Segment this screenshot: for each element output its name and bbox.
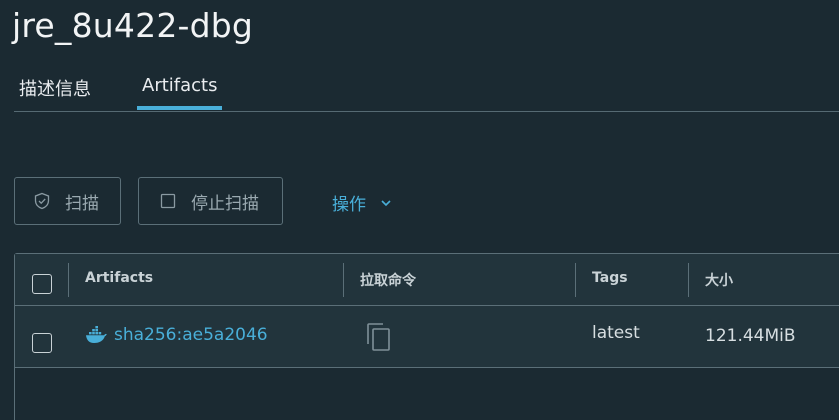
select-all-checkbox[interactable] [32,274,52,294]
column-header-artifacts[interactable]: Artifacts [85,270,153,286]
action-dropdown-label: 操作 [332,195,366,215]
tag-cell: latest [592,323,640,343]
shield-check-icon [33,192,51,210]
size-cell: 121.44MiB [705,326,796,346]
column-header-pull-command[interactable]: 拉取命令 [360,270,416,290]
artifact-digest-text: sha256:ae5a2046 [114,325,268,345]
artifact-digest-link[interactable]: sha256:ae5a2046 [85,325,268,345]
scan-button-label: 扫描 [65,193,99,214]
copy-icon[interactable] [366,322,392,352]
table-row: sha256:ae5a2046 latest 121.44MiB [15,306,839,368]
tab-description[interactable]: 描述信息 [19,75,91,101]
column-divider [575,263,576,297]
tab-bar: 描述信息 Artifacts [14,70,839,112]
scan-button[interactable]: 扫描 [14,177,121,225]
stop-square-icon [159,192,177,210]
docker-whale-icon [85,326,107,344]
column-divider [688,263,689,297]
stop-scan-button-label: 停止扫描 [191,193,259,214]
column-divider [68,263,69,297]
stop-scan-button[interactable]: 停止扫描 [138,177,283,225]
table-header: Artifacts 拉取命令 Tags 大小 [15,254,839,306]
action-dropdown[interactable]: 操作 [332,190,392,215]
column-header-tags[interactable]: Tags [592,270,628,286]
artifacts-table: Artifacts 拉取命令 Tags 大小 sha256:ae5a2046 l… [14,253,839,420]
column-divider [343,263,344,297]
page-title: jre_8u422-dbg [12,6,254,45]
chevron-down-icon [380,197,392,209]
column-header-size[interactable]: 大小 [705,270,733,290]
tab-artifacts[interactable]: Artifacts [137,75,223,110]
row-select-checkbox[interactable] [32,333,52,353]
artifact-repository-page: jre_8u422-dbg 描述信息 Artifacts 扫描 停止扫描 操作 [0,0,839,420]
